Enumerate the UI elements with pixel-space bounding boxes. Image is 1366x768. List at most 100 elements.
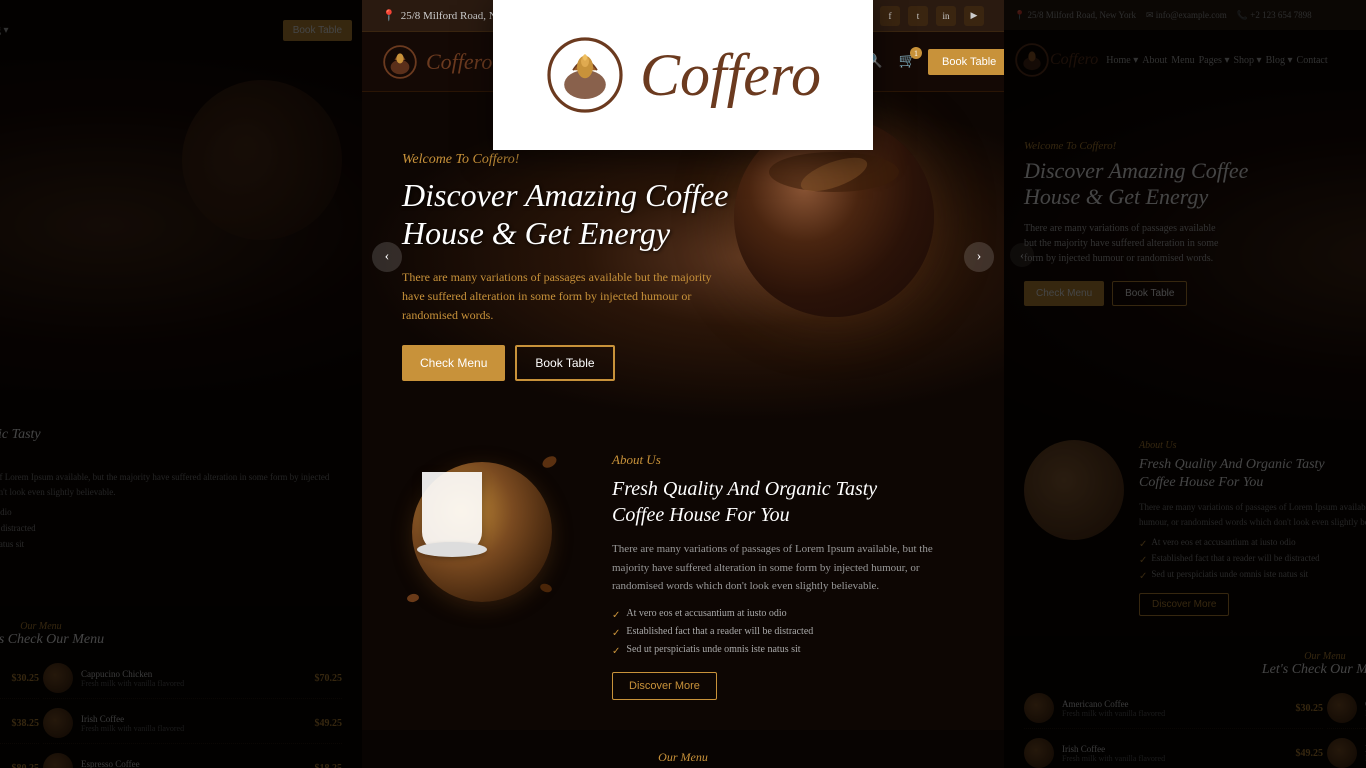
hero-buttons: Check Menu Book Table: [402, 345, 728, 381]
about-section: About Us Fresh Quality And Organic Tasty…: [362, 422, 1004, 730]
right-menu-item-name: Irish Coffee: [1062, 744, 1288, 754]
logo-text: Coffero: [426, 49, 492, 75]
right-menu-item-name: Americano Coffee: [1062, 699, 1288, 709]
right-hero-title: Discover Amazing CoffeeHouse & Get Energ…: [1024, 158, 1366, 211]
right-menu-item-img: [1327, 693, 1357, 723]
nav-actions: 🔍 🛒 1 Book Table: [861, 49, 1004, 75]
left-menu-item-info: Special Tea Coffee Fresh milk with vanil…: [0, 759, 4, 768]
right-side-panel: 📍 25/8 Milford Road, New York ✉ info@exa…: [1004, 0, 1366, 768]
logo[interactable]: Coffero: [382, 44, 492, 80]
right-side-infobar: 📍 25/8 Milford Road, New York ✉ info@exa…: [1004, 0, 1366, 30]
right-menu-subtitle: Our Menu: [1024, 651, 1366, 662]
left-menu-item: Special Tea Coffee Fresh milk with vanil…: [0, 748, 39, 768]
right-side-hero: ‹ › Welcome To Coffero! Discover Amazing…: [1004, 90, 1366, 420]
check-icon-3: ✓: [612, 646, 620, 657]
left-menu-item-price: $30.25: [12, 673, 40, 684]
left-menu-item-name: Irish Coffee: [81, 714, 307, 724]
check-text-3: Sed ut perspiciatis unde omnis iste natu…: [626, 644, 800, 655]
right-hero-content: Welcome To Coffero! Discover Amazing Cof…: [1004, 90, 1366, 326]
right-about-content: About Us Fresh Quality And Organic Tasty…: [1139, 440, 1366, 616]
left-menu-item-desc: Fresh milk with vanilla flavored: [0, 679, 4, 688]
twitter-icon[interactable]: t: [908, 6, 928, 26]
about-check-3: ✓ Sed ut perspiciatis unde omnis iste na…: [612, 644, 964, 657]
right-menu-item-img: [1327, 738, 1357, 768]
book-table-button[interactable]: Book Table: [928, 49, 1004, 75]
right-logo-icon: [1014, 42, 1050, 78]
check-text-1: At vero eos et accusantium at iusto odio: [626, 608, 786, 619]
left-nav-links: Home ▾ About Menu Pages ▾ Shop ▾ Blog ▾: [0, 25, 283, 36]
check-menu-button[interactable]: Check Menu: [402, 345, 505, 381]
right-prev-arrow: ‹: [1010, 243, 1034, 267]
left-menu-item-name: Special Tea Coffee: [0, 759, 4, 768]
about-content: About Us Fresh Quality And Organic Tasty…: [612, 452, 964, 700]
linkedin-icon[interactable]: in: [936, 6, 956, 26]
hero-content: Welcome To Coffero! Discover Amazing Cof…: [402, 152, 728, 381]
left-side-panel: Coffero Home ▾ About Menu Pages ▾ Shop ▾…: [0, 0, 362, 768]
left-menu-item-img: [43, 663, 73, 693]
right-check-menu-btn: Check Menu: [1024, 281, 1104, 306]
coffee-bean-3: [406, 593, 419, 603]
hero-title: Discover Amazing Coffee House & Get Ener…: [402, 176, 728, 253]
right-menu-item: Irish Coffee Fresh milk with vanilla fla…: [1024, 733, 1323, 768]
hero-next-button[interactable]: ›: [964, 242, 994, 272]
about-subtitle: About Us: [612, 452, 964, 468]
youtube-icon[interactable]: ▶: [964, 6, 984, 26]
left-menu-item-name: Milk Cream Coffee: [0, 714, 4, 724]
right-menu-item: Americano Coffee Fresh milk with vanilla…: [1024, 688, 1323, 729]
hero-prev-button[interactable]: ‹: [372, 242, 402, 272]
left-hero-title: Discover Amazing CoffeeHouse & Get Energ…: [0, 128, 342, 181]
about-image-container: [402, 452, 582, 622]
right-menu-item-desc: Fresh milk with vanilla flavored: [1062, 754, 1288, 763]
popup-logo-text: Coffero: [640, 41, 821, 110]
about-coffee-visual: [402, 452, 562, 612]
right-menu-item: Cappucino Chicken Fresh milk with vanill…: [1327, 688, 1366, 729]
right-menu-item-price: $30.25: [1296, 703, 1324, 714]
left-menu-item: Milk Cream Coffee Fresh milk with vanill…: [0, 703, 39, 744]
cart-badge: 1: [910, 47, 922, 59]
right-nav-links: Home ▾ About Menu Pages ▾ Shop ▾ Blog ▾ …: [1098, 55, 1366, 66]
cup-saucer: [417, 542, 487, 557]
right-about-image: [1024, 440, 1124, 540]
left-menu-subtitle: Our Menu: [0, 621, 342, 632]
left-menu-item-info: Milk Cream Coffee Fresh milk with vanill…: [0, 714, 4, 733]
about-title: Fresh Quality And Organic Tasty Coffee H…: [612, 476, 964, 528]
left-menu-item: Espresso Coffee Fresh milk with vanilla …: [43, 748, 342, 768]
left-menu-item-price: $70.25: [315, 673, 343, 684]
location-icon: 📍: [382, 9, 396, 22]
right-menu-section: Our Menu Let's Check Our Menu Americano …: [1004, 636, 1366, 768]
left-menu-item-img: [43, 753, 73, 768]
left-menu-item-price: $80.25: [12, 763, 40, 768]
about-checklist: ✓ At vero eos et accusantium at iusto od…: [612, 608, 964, 657]
right-logo-text: Coffero: [1050, 51, 1098, 69]
left-menu-item-price: $38.25: [12, 718, 40, 729]
left-book-table-btn: Book Table: [283, 20, 352, 41]
check-text-2: Established fact that a reader will be d…: [626, 626, 813, 637]
check-icon-2: ✓: [612, 628, 620, 639]
right-hero-welcome: Welcome To Coffero!: [1024, 140, 1366, 152]
hero-desc-highlight: humour: [641, 289, 678, 303]
cart-button[interactable]: 🛒 1: [895, 49, 920, 74]
left-about-title: Fresh Quality And Organic TastyCoffee Ho…: [0, 426, 342, 462]
right-menu-item: Milk Cream Coffee Fresh milk with vanill…: [1327, 733, 1366, 768]
right-book-table-btn2: Book Table: [1112, 281, 1187, 306]
left-menu-item-name: Americano Coffee: [0, 669, 4, 679]
menu-header: Our Menu Let's Check Our Menu: [402, 750, 964, 768]
coffee-bean-2: [539, 582, 553, 594]
right-side-navbar: Coffero Home ▾ About Menu Pages ▾ Shop ▾…: [1004, 30, 1366, 90]
left-menu-section: Our Menu Let's Check Our Menu Americano …: [0, 606, 362, 768]
discover-more-button[interactable]: Discover More: [612, 672, 717, 700]
book-table-hero-button[interactable]: Book Table: [515, 345, 614, 381]
right-about-desc: There are many variations of passages of…: [1139, 500, 1366, 529]
right-about-subtitle: About Us: [1139, 440, 1366, 451]
left-about-desc: There are many variations of passages of…: [0, 470, 342, 499]
logo-popup-inner: Coffero: [545, 35, 821, 115]
right-hero-desc: There are many variations of passages av…: [1024, 221, 1224, 266]
facebook-icon[interactable]: f: [880, 6, 900, 26]
cup-white: [422, 472, 482, 552]
right-about-section: About Us Fresh Quality And Organic Tasty…: [1004, 420, 1366, 636]
right-menu-grid: Americano Coffee Fresh milk with vanilla…: [1024, 688, 1366, 768]
right-menu-title: Let's Check Our Menu: [1024, 662, 1366, 678]
left-menu-item-info: Irish Coffee Fresh milk with vanilla fla…: [81, 714, 307, 733]
check-icon-1: ✓: [612, 610, 620, 621]
right-about-checks: ✓ At vero eos et accusantium at iusto od…: [1139, 537, 1366, 582]
